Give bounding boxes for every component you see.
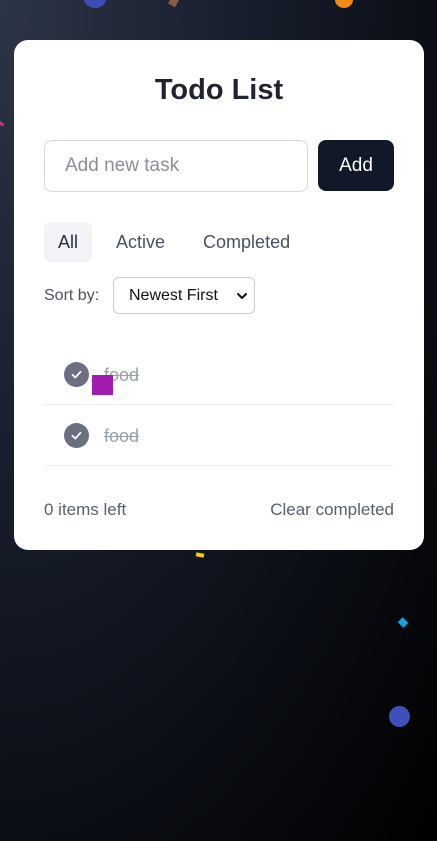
confetti-piece	[168, 0, 180, 8]
todo-text: food	[104, 426, 140, 446]
confetti-dot	[389, 706, 410, 727]
confetti-piece	[397, 617, 409, 628]
filter-active[interactable]: Active	[102, 222, 179, 262]
new-task-input[interactable]	[44, 140, 308, 192]
sort-select[interactable]: Newest First	[113, 277, 255, 314]
chevron-down-icon	[237, 292, 247, 299]
todo-card: Todo List Add All Active Completed Sort …	[14, 40, 424, 550]
todo-item: food	[44, 405, 394, 466]
check-icon	[71, 431, 82, 440]
filter-all[interactable]: All	[44, 222, 93, 262]
sort-selected-value: Newest First	[129, 286, 218, 304]
todo-list: food food	[44, 344, 394, 466]
page-title: Todo List	[154, 74, 284, 106]
confetti-dot	[84, 0, 106, 8]
confetti-piece	[195, 552, 205, 558]
todo-toggle[interactable]	[64, 423, 89, 448]
filter-completed[interactable]: Completed	[189, 222, 304, 262]
clear-completed-button[interactable]: Clear completed	[270, 500, 394, 520]
confetti-square	[92, 375, 113, 395]
todo-toggle[interactable]	[64, 362, 89, 387]
confetti-dot	[335, 0, 353, 8]
add-task-button[interactable]: Add	[318, 140, 394, 191]
sort-label: Sort by:	[44, 287, 100, 304]
filter-tabs: All Active Completed	[44, 222, 314, 262]
confetti-piece	[0, 120, 5, 127]
check-icon	[71, 370, 82, 379]
items-left-count: 0 items left	[44, 500, 127, 519]
